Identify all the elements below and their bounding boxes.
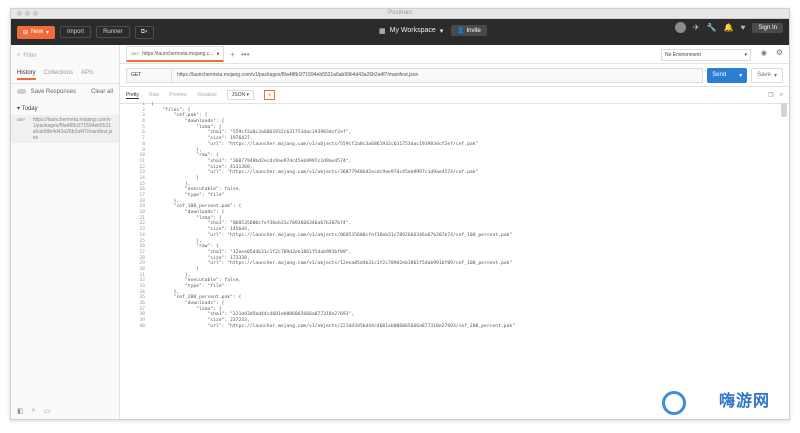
sidebar-tabs: History Collections APIs xyxy=(11,66,119,84)
sync-status-icon[interactable] xyxy=(674,22,686,33)
request-bar: GET https://launchermeta.mojang.com/v1/p… xyxy=(120,64,789,87)
send-button[interactable]: Send ▾ xyxy=(707,67,748,83)
runner-button[interactable]: Runner xyxy=(96,26,130,38)
gear-icon[interactable]: ⚙ xyxy=(776,48,783,57)
postman-window: Postman ⊞ New ▾ Import Runner ⧉▾ ▦ My Wo… xyxy=(10,8,790,420)
request-tabs: GET https://launchermeta.mojang.c... ● +… xyxy=(120,45,789,64)
history-url: https://launchermeta.mojang.com/v1/packa… xyxy=(32,117,113,142)
code-line: 40 "url": "https://launcher.mojang.com/v… xyxy=(120,324,777,330)
satellite-icon[interactable]: ✈ xyxy=(693,23,700,32)
invite-button[interactable]: 👤 Invite xyxy=(451,25,487,36)
tab-pretty[interactable]: Pretty xyxy=(126,92,140,99)
chevron-down-icon: ▾ xyxy=(773,72,777,79)
history-group-today[interactable]: ▾ Today xyxy=(11,100,119,115)
eye-icon[interactable]: ◉ xyxy=(761,49,767,57)
window-title: Postman xyxy=(388,10,412,16)
watermark: 嗨游网 xyxy=(650,381,790,421)
tab-label: https://launchermeta.mojang.c... xyxy=(142,50,214,57)
method-select[interactable]: GET xyxy=(127,68,172,82)
scrollbar[interactable] xyxy=(781,103,787,117)
user-plus-icon: 👤 xyxy=(457,28,465,34)
tab-raw[interactable]: Raw xyxy=(149,92,159,98)
save-label: Save xyxy=(757,72,771,78)
wrap-lines-icon[interactable]: ≡ xyxy=(264,90,276,100)
history-item[interactable]: GET https://launchermeta.mojang.com/v1/p… xyxy=(11,115,119,144)
workspace-label: My Workspace xyxy=(389,27,436,34)
clear-all-button[interactable]: Clear all xyxy=(91,89,113,95)
format-label: JSON xyxy=(231,92,246,98)
url-box: GET https://launchermeta.mojang.com/v1/p… xyxy=(126,67,704,83)
console-icon[interactable]: ▭ xyxy=(44,407,51,415)
line-text: "url": "https://launcher.mojang.com/v1/o… xyxy=(151,170,479,176)
main-panel: GET https://launchermeta.mojang.c... ● +… xyxy=(120,45,789,419)
new-button-label: New xyxy=(31,29,44,35)
line-text: "url": "https://launcher.mojang.com/v1/o… xyxy=(151,232,513,238)
line-text: "url": "https://launcher.mojang.com/v1/o… xyxy=(151,323,516,329)
heart-icon[interactable]: ♥ xyxy=(741,23,746,32)
new-button[interactable]: ⊞ New ▾ xyxy=(17,25,56,39)
tab-apis[interactable]: APIs xyxy=(81,70,94,80)
copy-icon[interactable]: ❐ xyxy=(768,92,773,99)
filter-placeholder: Filter xyxy=(23,52,37,59)
new-window-icon: ⧉▾ xyxy=(140,28,148,35)
send-label: Send xyxy=(712,72,727,78)
format-select[interactable]: JSON ▾ xyxy=(226,90,255,100)
tab-visualize[interactable]: Visualize xyxy=(197,92,217,98)
add-tab-button[interactable]: + xyxy=(230,50,235,59)
chevron-down-icon: ▾ xyxy=(739,72,743,79)
environment-label: No Environment xyxy=(665,52,701,58)
title-bar: Postman xyxy=(11,9,789,19)
history-group-label: Today xyxy=(21,106,38,113)
history-method: GET xyxy=(17,117,26,123)
url-input[interactable]: https://launchermeta.mojang.com/v1/packa… xyxy=(172,69,418,82)
new-window-button[interactable]: ⧉▾ xyxy=(134,25,154,39)
chevron-down-icon: ▾ xyxy=(246,92,250,98)
more-tabs-button[interactable]: ••• xyxy=(241,50,249,59)
wrench-icon[interactable]: 🔧 xyxy=(707,23,717,32)
search-icon: ⌕ xyxy=(17,52,21,58)
close-tab-icon[interactable]: ● xyxy=(216,51,219,57)
watermark-text: 嗨游网 xyxy=(718,393,770,410)
chevron-down-icon: ▾ xyxy=(744,52,747,58)
save-responses-label: Save Responses xyxy=(30,89,77,96)
grid-icon: ▦ xyxy=(379,27,386,35)
chevron-down-icon: ▾ xyxy=(46,29,50,36)
workspace-switcher[interactable]: ▦ My Workspace ▾ 👤 Invite xyxy=(379,25,487,36)
response-body[interactable]: 1{2 "files": {3 "cef.pak": {4 "downloads… xyxy=(120,102,777,419)
sign-in-button[interactable]: Sign In xyxy=(752,22,783,33)
save-responses-row: Save Responses Clear all xyxy=(11,84,119,100)
sidebar-toggle-icon[interactable]: ◧ xyxy=(17,407,24,415)
request-tab[interactable]: GET https://launchermeta.mojang.c... ● xyxy=(126,46,225,62)
tab-method: GET xyxy=(131,51,140,56)
save-responses-toggle[interactable]: Save Responses xyxy=(17,89,76,95)
plus-icon: ⊞ xyxy=(23,29,29,36)
bell-icon[interactable]: 🔔 xyxy=(724,23,734,32)
find-icon[interactable]: ⌕ xyxy=(32,407,36,415)
chevron-down-icon: ▾ xyxy=(17,106,21,113)
watermark-logo-icon xyxy=(662,391,686,415)
line-number: 40 xyxy=(139,323,145,329)
tab-collections[interactable]: Collections xyxy=(44,70,73,80)
tab-preview[interactable]: Preview xyxy=(169,92,187,98)
search-icon[interactable]: ⌕ xyxy=(780,92,783,99)
chevron-down-icon: ▾ xyxy=(439,27,444,35)
tab-history[interactable]: History xyxy=(17,70,36,80)
toggle-icon xyxy=(17,89,26,94)
environment-select[interactable]: No Environment ▾ xyxy=(661,49,751,61)
line-text: "url": "https://launcher.mojang.com/v1/o… xyxy=(151,261,513,267)
save-button[interactable]: Save ▾ xyxy=(751,67,783,83)
sidebar: ⌕ Filter History Collections APIs Save R… xyxy=(11,45,120,419)
import-button[interactable]: Import xyxy=(60,26,92,38)
invite-label: Invite xyxy=(466,28,481,34)
sidebar-footer: ◧ ⌕ ▭ xyxy=(17,407,50,415)
filter-field[interactable]: ⌕ Filter xyxy=(17,50,113,61)
toolbar-right: ✈ 🔧 🔔 ♥ Sign In xyxy=(674,22,783,33)
response-actions: ❐ ⌕ xyxy=(768,92,783,99)
